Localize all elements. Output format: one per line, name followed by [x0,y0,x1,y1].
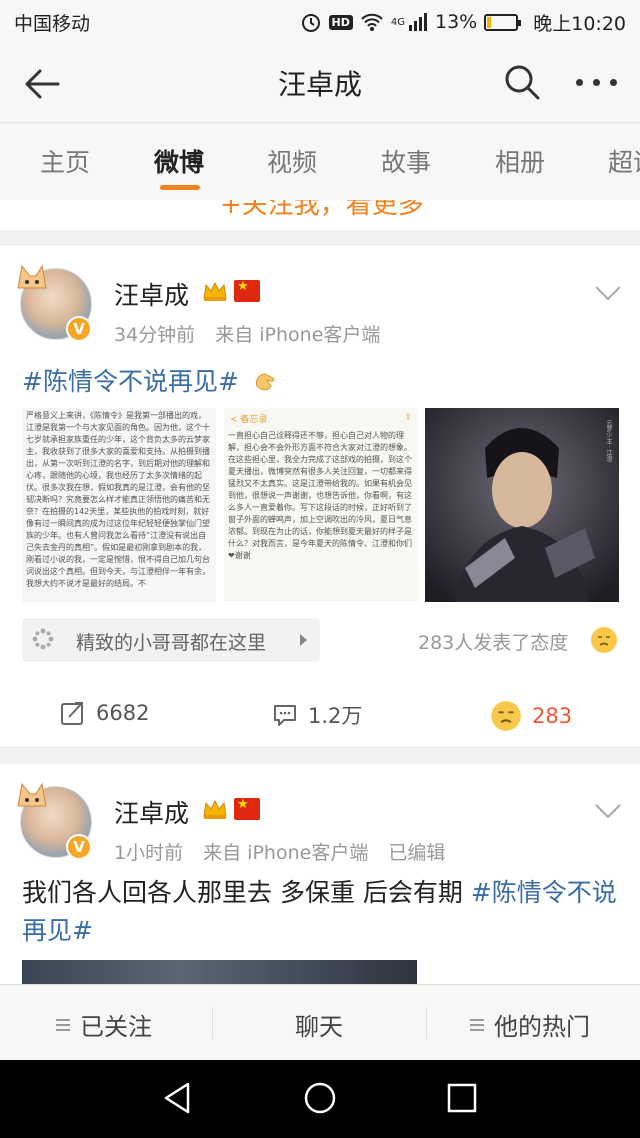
post-image-1[interactable]: 严格意义上来讲，《陈情令》是我第一部播出的戏，江澄是我第一个与大家见面的角色。因… [22,408,216,602]
topic-chip[interactable]: 精致的小哥哥都在这里 [22,618,320,662]
like-count: 283 [532,704,573,728]
partial-banner-text: +关注我，看更多 [220,200,424,220]
image-text: 严格意义上来讲，《陈情令》是我第一部播出的戏，江澄是我第一个与大家见面的角色。因… [26,411,210,588]
partial-banner: +关注我，看更多 [0,200,640,230]
username[interactable]: 汪卓成 [114,794,189,830]
chat-label: 聊天 [295,1013,343,1041]
android-nav-bar [0,1060,640,1138]
post-time: 34分钟前 [114,324,196,346]
vip-crown-icon[interactable] [202,798,228,820]
tab-home[interactable]: 主页 [40,143,90,179]
tab-video[interactable]: 视频 [267,143,317,179]
post-text-body: 我们各人回各人那里去 多保重 后会有期 [22,878,471,907]
hot-posts-button[interactable]: 他的热门 [470,1007,590,1042]
topic-chip-label: 精致的小哥哥都在这里 [76,632,267,654]
home-circle-icon[interactable] [302,1080,338,1116]
divider [212,1007,213,1039]
verified-badge-icon: V [66,316,92,342]
repost-count: 6682 [96,701,150,725]
chevron-right-icon [300,634,307,646]
tab-album[interactable]: 相册 [495,143,545,179]
post-source[interactable]: 来自 iPhone客户端 [215,324,380,346]
post-text: #陈情令不说再见# [22,362,279,398]
repost-button[interactable]: 6682 [60,700,149,726]
cat-ears-icon [17,782,47,807]
divider [426,1007,427,1039]
clap-emoji-icon [255,373,275,391]
post-text: 我们各人回各人那里去 多保重 后会有期 #陈情令不说再见# [22,874,622,950]
followed-button[interactable]: 已关注 [56,1007,152,1042]
status-bar: 中国移动 HD 4G 13% 晚上10:20 [0,0,640,44]
username[interactable]: 汪卓成 [114,276,189,312]
battery-percent: 13% [435,11,478,33]
back-triangle-icon[interactable] [160,1080,196,1116]
post-source[interactable]: 来自 iPhone客户端 [203,842,368,864]
status-icons: HD 4G 13% 晚上10:20 [300,9,626,36]
post-card[interactable]: V 汪卓成 1小时前 来自 iPhone客户端 已编辑 我们各人回各人那里去 多… [0,764,640,1004]
china-flag-icon [234,279,260,302]
clock: 晚上10:20 [533,12,626,35]
wifi-icon [361,13,383,31]
chevron-down-icon[interactable] [594,284,622,302]
image-text: 一直担心自己诠释得还不够，担心自己对人物的理解，担心会不会外形方面不符合大家对江… [228,431,412,560]
memo-header: < 备忘录 ⇪ [224,408,418,428]
china-flag-icon [234,797,260,820]
comment-count: 1.2万 [308,704,363,728]
verified-badge-icon: V [66,834,92,860]
post-image-2[interactable]: < 备忘录 ⇪ 一直担心自己诠释得还不够，担心自己对人物的理解，担心会不会外形方… [224,408,418,602]
tab-story[interactable]: 故事 [381,143,431,179]
signal-icon [409,13,427,31]
hd-badge: HD [328,14,353,30]
reaction-face-icon [491,701,521,731]
post-card[interactable]: V 汪卓成 34分钟前 来自 iPhone客户端 #陈情令不说再见# 严格意义上… [0,246,640,746]
active-tab-indicator [160,185,200,190]
comment-button[interactable]: 1.2万 [272,700,362,730]
reactions-count[interactable]: 283人发表了态度 [418,628,568,655]
sparkle-icon [32,628,54,650]
comment-icon [274,705,296,726]
carrier-name: 中国移动 [14,12,91,35]
page-title: 汪卓成 [277,68,362,101]
alarm-icon [301,14,320,32]
profile-tabs: 主页 微博 视频 故事 相册 超话 [0,122,640,200]
followed-label: 已关注 [80,1013,152,1041]
nav-bar: 汪卓成 [0,44,640,122]
post-actions: 6682 1.2万 283 [0,694,640,740]
edited-label[interactable]: 已编辑 [388,842,445,864]
image-caption: 云梦少主 · 江澄 [605,420,612,462]
battery-icon [484,13,522,31]
recents-square-icon[interactable] [444,1080,480,1116]
memo-back-label: < 备忘录 [230,414,268,425]
portrait-image [425,408,619,602]
reaction-face-icon [591,627,617,653]
post-image-3[interactable]: 云梦少主 · 江澄 [425,408,619,602]
cat-ears-icon [17,264,47,289]
back-arrow-icon[interactable] [22,64,62,104]
post-meta: 34分钟前 来自 iPhone客户端 [114,320,394,347]
tab-weibo[interactable]: 微博 [154,143,204,179]
chevron-down-icon[interactable] [594,802,622,820]
topic-hashtag[interactable]: #陈情令不说再见# [22,367,239,396]
post-time: 1小时前 [114,842,184,864]
like-button[interactable]: 283 [490,700,572,732]
more-icon[interactable] [576,74,622,90]
menu-icon [56,1018,70,1031]
share-icon: ⇪ [404,413,412,423]
chat-button[interactable]: 聊天 [295,1007,343,1042]
repost-icon [61,702,83,725]
profile-bottom-bar: 已关注 聊天 他的热门 [0,984,640,1060]
hot-posts-label: 他的热门 [494,1013,590,1041]
network-type: 4G [390,16,405,28]
post-meta: 1小时前 来自 iPhone客户端 已编辑 [114,838,459,865]
menu-icon [470,1018,484,1031]
vip-crown-icon[interactable] [202,280,228,302]
tab-supertopic[interactable]: 超话 [608,143,640,179]
search-icon[interactable] [502,62,542,102]
